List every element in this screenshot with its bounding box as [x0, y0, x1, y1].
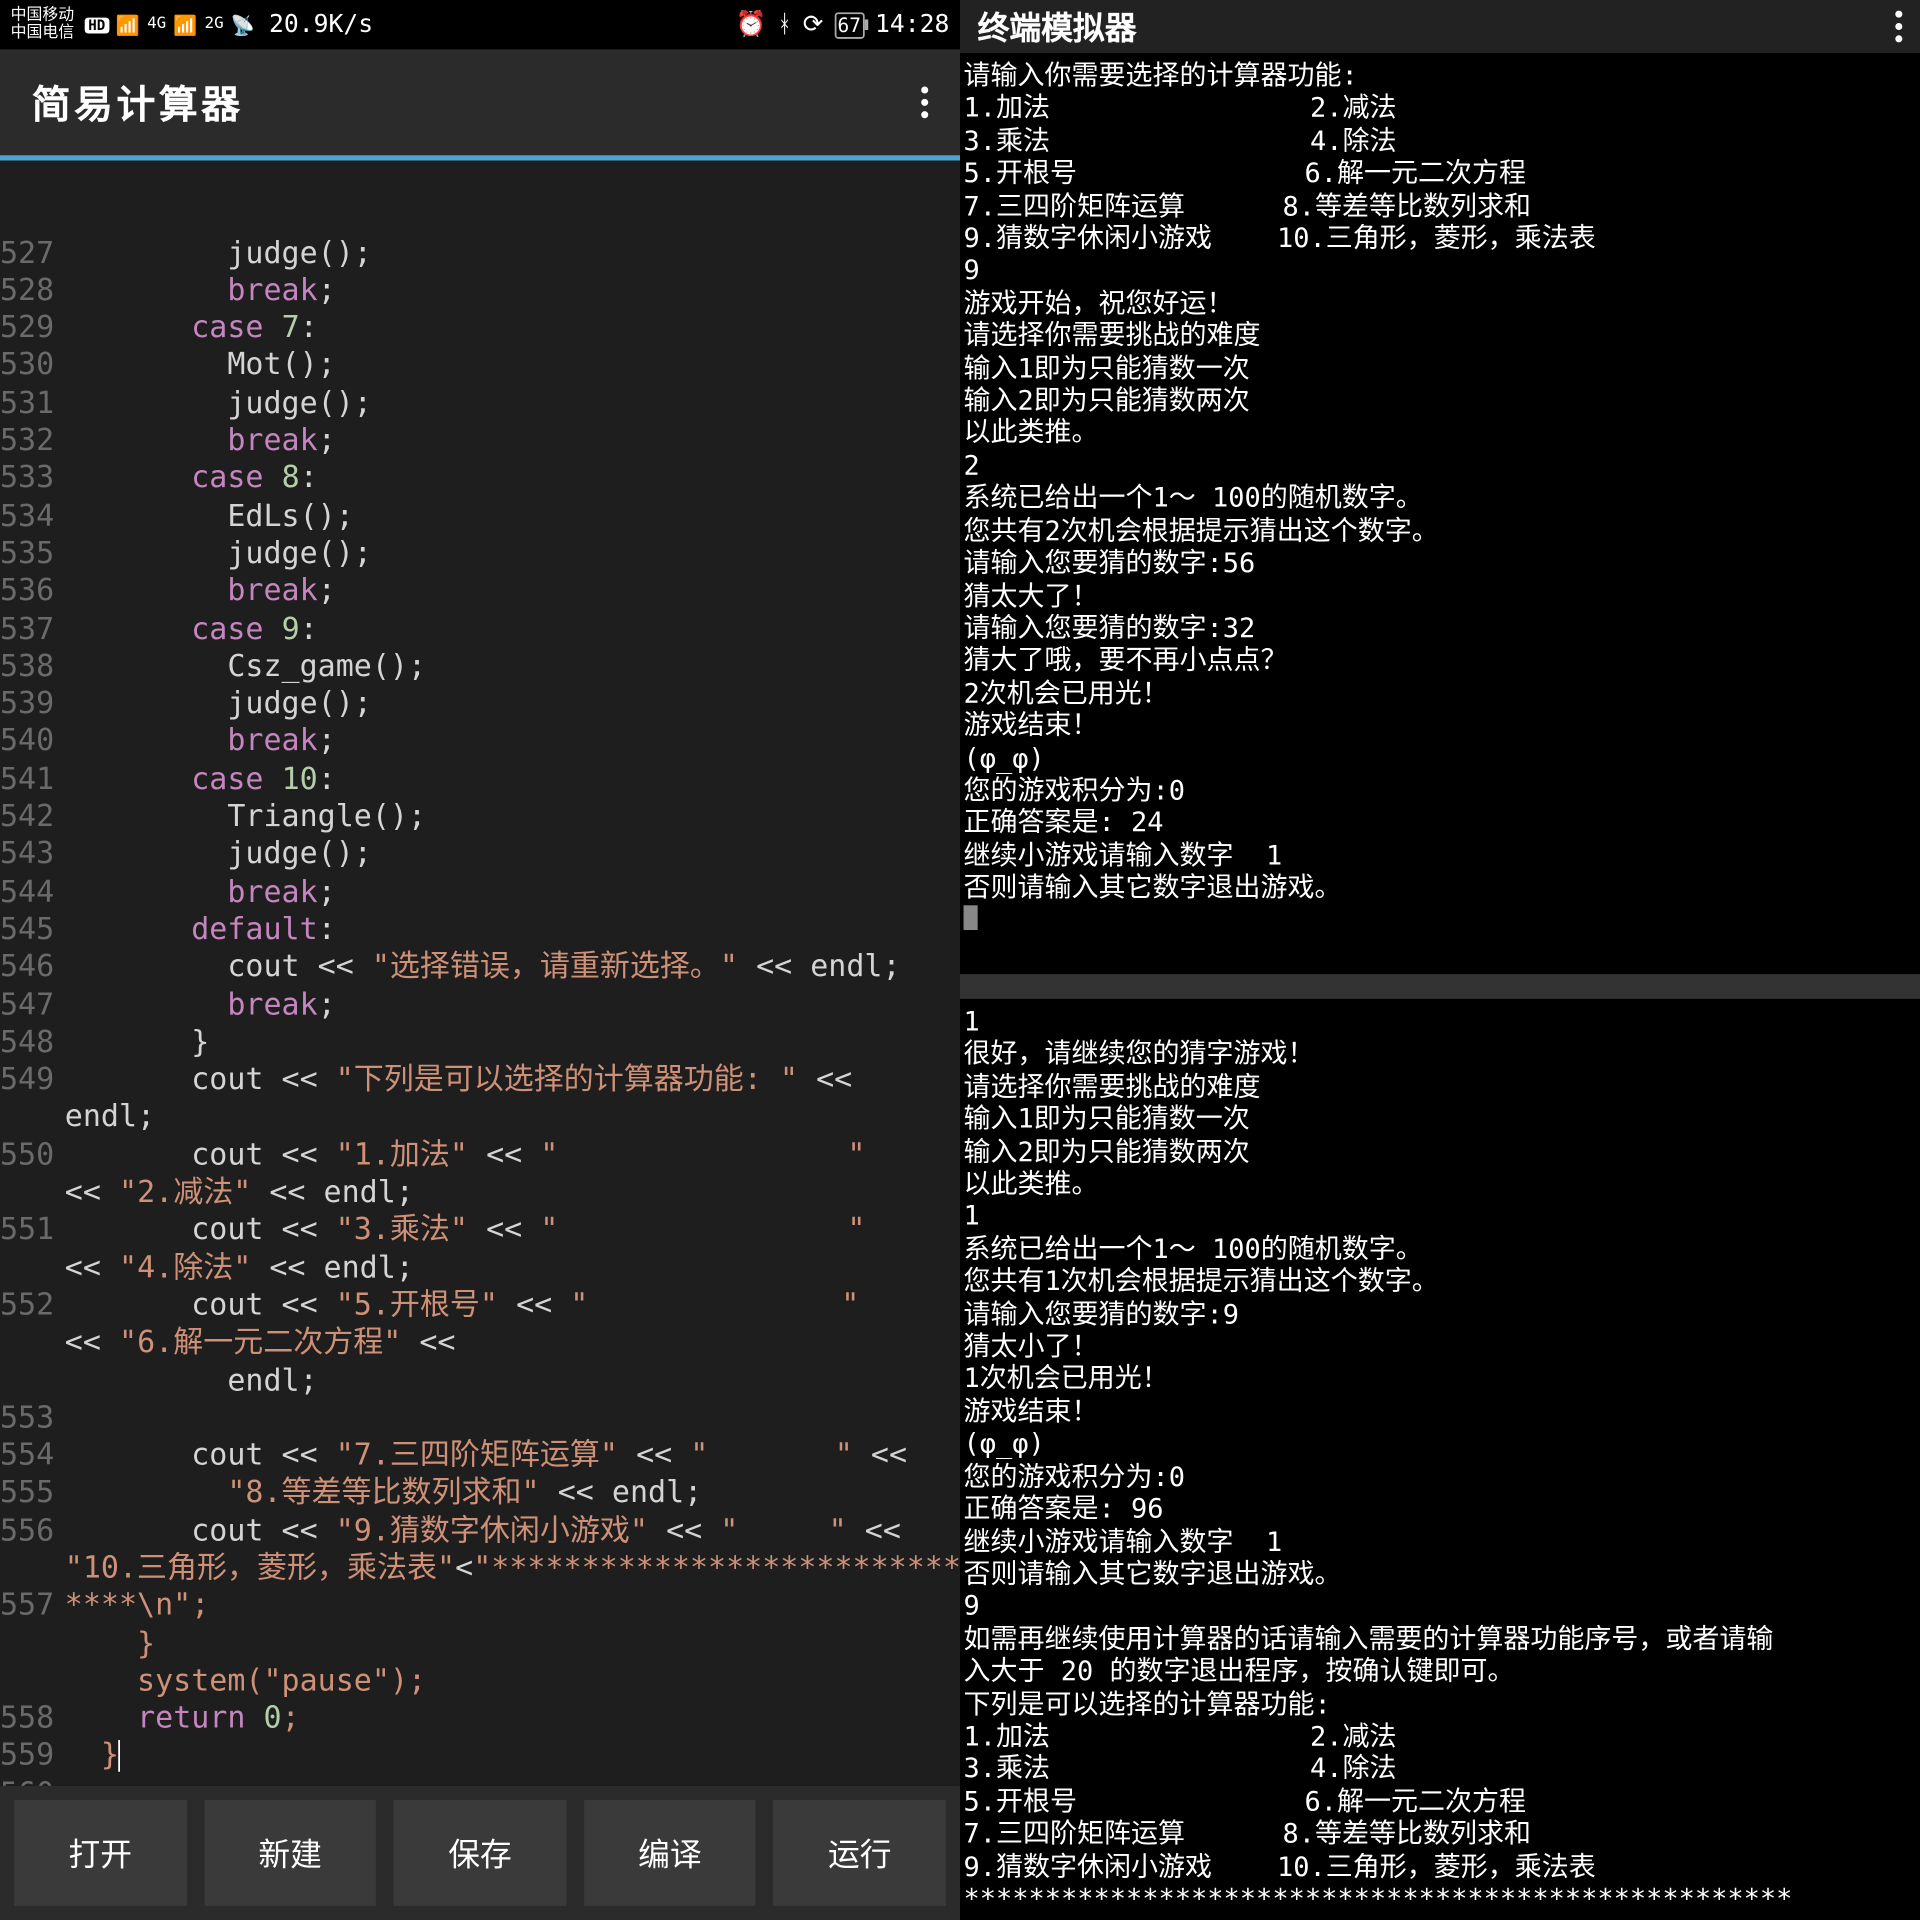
status-right: ⏰ ᚼ ⟳ 67 14:28: [736, 11, 950, 39]
net-speed: 20.9K/s: [269, 11, 373, 39]
terminal-app: 终端模拟器 请输入你需要选择的计算器功能: 1.加法 2.减法 3.乘法 4.除…: [960, 0, 1920, 1920]
action-bar: 打开 新建 保存 编译 运行: [0, 1786, 960, 1920]
code-editor-app: 中国移动 中国电信 HD 📶 4G 📶 2G 📡 20.9K/s ⏰ ᚼ ⟳ 6…: [0, 0, 960, 1920]
carrier-2: 中国电信: [11, 25, 75, 43]
status-bar: 中国移动 中国电信 HD 📶 4G 📶 2G 📡 20.9K/s ⏰ ᚼ ⟳ 6…: [0, 0, 960, 49]
compile-button[interactable]: 编译: [584, 1800, 756, 1906]
terminal-output-1[interactable]: 请输入你需要选择的计算器功能: 1.加法 2.减法 3.乘法 4.除法 5.开根…: [960, 53, 1920, 974]
terminal-cursor: [964, 905, 978, 930]
open-button[interactable]: 打开: [14, 1800, 186, 1906]
terminal-title: 终端模拟器: [978, 4, 1137, 50]
terminal-output-2[interactable]: 1 很好，请继续您的猜字游戏！ 请选择你需要挑战的难度 输入1即为只能猜数一次 …: [960, 999, 1920, 1920]
scrollbar-track[interactable]: [960, 974, 1920, 999]
app-title: 简易计算器: [32, 74, 244, 130]
app-bar: 简易计算器: [0, 49, 960, 160]
carrier-1: 中国移动: [11, 7, 75, 25]
wifi-icon: 📡: [231, 13, 255, 36]
run-button[interactable]: 运行: [774, 1800, 946, 1906]
signal-2: 📶: [173, 13, 197, 36]
code-area[interactable]: judge(); break; case 7: Mot(); judge(); …: [65, 236, 960, 1786]
new-button[interactable]: 新建: [204, 1800, 376, 1906]
alarm-icon: ⏰: [736, 11, 767, 39]
terminal-title-bar: 终端模拟器: [960, 0, 1920, 53]
clock-time: 14:28: [875, 11, 949, 39]
carriers: 中国移动 中国电信: [11, 7, 75, 42]
net-1: 4G: [147, 16, 166, 34]
hd-badge: HD: [85, 17, 109, 33]
battery-icon: 67: [834, 11, 864, 37]
bluetooth-icon: ᚼ: [777, 11, 792, 39]
code-editor[interactable]: 527 528 529 530 531 532 533 534 535 536 …: [0, 161, 960, 1786]
terminal-overflow-icon[interactable]: [1895, 11, 1902, 43]
overflow-menu-icon[interactable]: [921, 86, 928, 118]
save-button[interactable]: 保存: [394, 1800, 566, 1906]
signal-4g: 📶: [116, 13, 140, 36]
line-gutter: 527 528 529 530 531 532 533 534 535 536 …: [0, 236, 65, 1786]
status-left: 中国移动 中国电信 HD 📶 4G 📶 2G 📡 20.9K/s: [11, 7, 374, 42]
sync-icon: ⟳: [803, 11, 824, 39]
net-2: 2G: [205, 16, 224, 34]
